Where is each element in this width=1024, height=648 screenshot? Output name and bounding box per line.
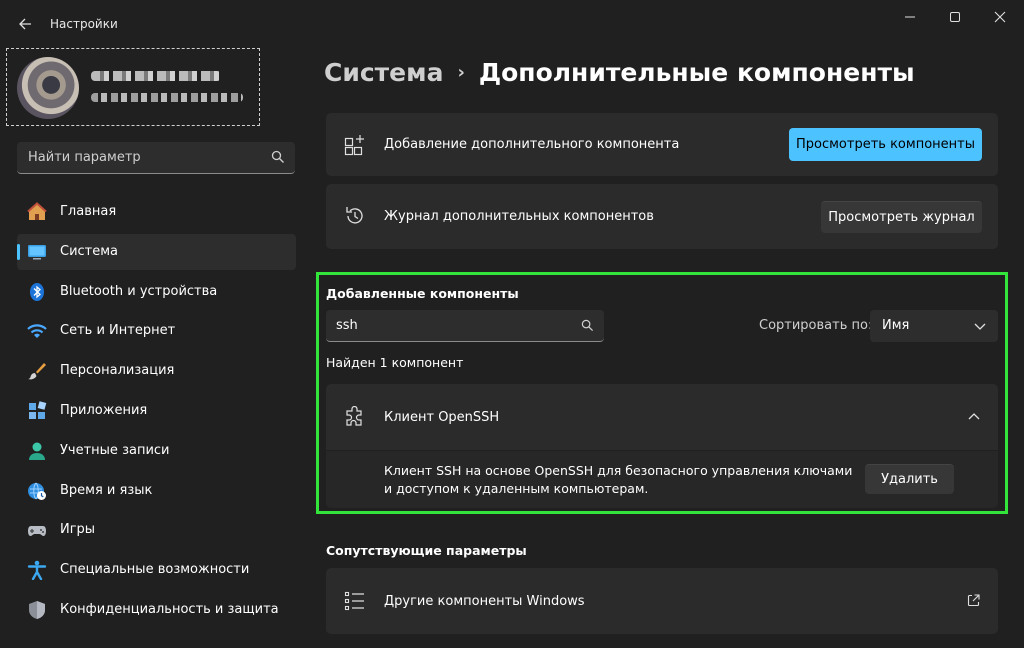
home-icon	[27, 202, 47, 220]
feature-openssh-header[interactable]: Клиент OpenSSH	[326, 384, 998, 450]
search-icon	[271, 150, 284, 163]
sort-dropdown[interactable]: Имя	[870, 310, 998, 342]
view-features-button[interactable]: Просмотреть компоненты	[789, 128, 982, 161]
sidebar-item-accounts[interactable]: Учетные записи	[17, 433, 296, 469]
feature-description: Клиент SSH на основе OpenSSH для безопас…	[384, 463, 853, 496]
sidebar-item-network[interactable]: Сеть и Интернет	[17, 313, 296, 349]
windows-features-card[interactable]: Другие компоненты Windows	[326, 568, 998, 634]
puzzle-icon	[346, 406, 362, 426]
chevron-up-icon[interactable]	[968, 412, 980, 422]
sidebar-item-home[interactable]: Главная	[17, 194, 296, 230]
sidebar-item-privacy[interactable]: Конфиденциальность и защита	[17, 592, 296, 628]
list-icon	[344, 591, 364, 611]
breadcrumb-separator: ›	[457, 62, 465, 83]
settings-search-input[interactable]: Найти параметр	[17, 142, 295, 174]
user-email-redacted	[91, 93, 243, 102]
related-section-title: Сопутствующие параметры	[326, 543, 527, 558]
sort-value: Имя	[882, 318, 910, 333]
wifi-icon	[27, 324, 47, 339]
monitor-icon	[28, 244, 46, 260]
search-icon	[581, 319, 594, 332]
search-placeholder: Найти параметр	[28, 150, 141, 165]
sidebar-item-gaming[interactable]: Игры	[17, 512, 296, 548]
sidebar-item-personalization[interactable]: Персонализация	[17, 353, 296, 389]
history-label: Журнал дополнительных компонентов	[384, 209, 654, 224]
view-history-button[interactable]: Просмотреть журнал	[821, 201, 982, 233]
minimize-icon	[905, 16, 915, 18]
sidebar-nav: Главная Система Bluetooth и устройства С…	[17, 194, 296, 632]
sort-label: Сортировать по:	[759, 318, 873, 333]
close-icon	[994, 11, 1006, 23]
globe-clock-icon	[28, 482, 46, 500]
chevron-down-icon	[974, 323, 986, 330]
user-name-redacted	[91, 71, 221, 81]
sidebar-item-apps[interactable]: Приложения	[17, 393, 296, 429]
breadcrumb-parent[interactable]: Система	[324, 58, 443, 87]
shield-icon	[29, 600, 45, 619]
maximize-icon	[950, 12, 960, 22]
add-feature-label: Добавление дополнительного компонента	[384, 137, 680, 152]
breadcrumb: Система › Дополнительные компоненты	[324, 58, 915, 87]
installed-section-title: Добавленные компоненты	[326, 286, 519, 301]
window-title: Настройки	[50, 17, 118, 31]
user-profile[interactable]	[6, 48, 260, 126]
history-icon	[346, 207, 363, 224]
avatar	[17, 57, 79, 119]
minimize-button[interactable]	[890, 6, 930, 28]
external-link-icon	[967, 594, 980, 607]
sidebar-item-system[interactable]: Система	[17, 233, 296, 270]
feature-openssh-details: Клиент SSH на основе OpenSSH для безопас…	[326, 451, 998, 508]
gamepad-icon	[28, 526, 46, 537]
arrow-left-icon	[19, 18, 31, 30]
feature-name: Клиент OpenSSH	[384, 410, 500, 425]
windows-features-label: Другие компоненты Windows	[384, 594, 585, 609]
back-button[interactable]	[14, 13, 36, 35]
sidebar-item-time-language[interactable]: Время и язык	[17, 473, 296, 509]
maximize-button[interactable]	[935, 6, 975, 28]
brush-icon	[28, 363, 46, 380]
accessibility-icon	[27, 560, 47, 581]
apps-icon	[29, 401, 47, 419]
sidebar-item-accessibility[interactable]: Специальные возможности	[17, 552, 296, 588]
add-apps-icon	[344, 135, 364, 156]
history-card: Журнал дополнительных компонентов Просмо…	[326, 184, 998, 249]
filter-value: ssh	[336, 318, 358, 333]
found-count: Найден 1 компонент	[326, 355, 464, 370]
installed-filter-input[interactable]: ssh	[326, 310, 604, 342]
close-button[interactable]	[980, 6, 1020, 28]
bluetooth-icon	[30, 282, 44, 301]
remove-button[interactable]: Удалить	[865, 464, 954, 494]
title-bar: Настройки	[0, 0, 1024, 46]
add-feature-card: Добавление дополнительного компонента Пр…	[326, 113, 998, 176]
person-icon	[29, 442, 45, 460]
sidebar-item-bluetooth[interactable]: Bluetooth и устройства	[17, 274, 296, 310]
page-title: Дополнительные компоненты	[478, 58, 915, 87]
